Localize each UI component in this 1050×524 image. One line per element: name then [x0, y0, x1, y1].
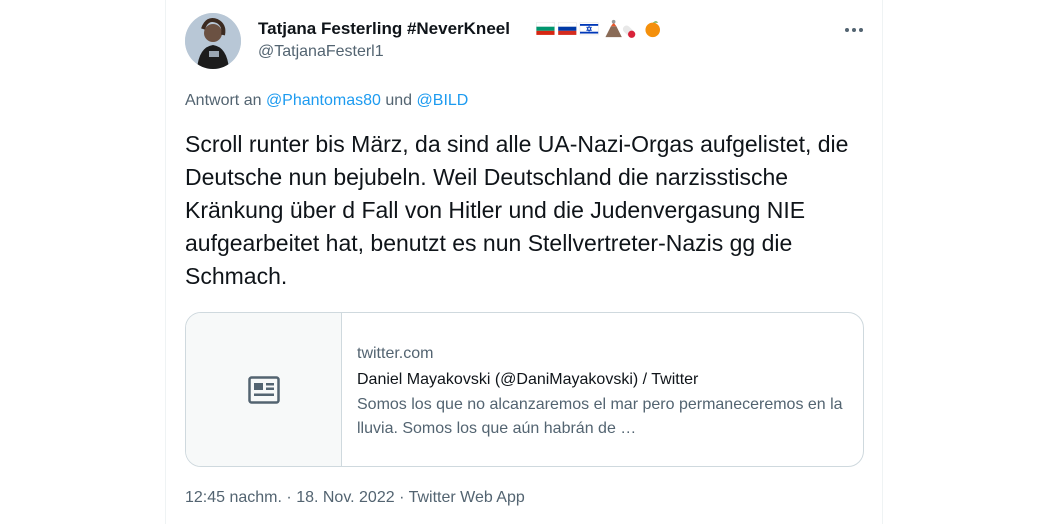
reply-mention-bild[interactable]: @BILD	[417, 92, 469, 109]
meta-separator: ·	[399, 489, 405, 506]
more-dots-icon	[845, 28, 863, 32]
tweet-source-app[interactable]: Twitter Web App	[409, 489, 525, 506]
reply-mention-phantomas80[interactable]: @Phantomas80	[266, 92, 381, 109]
tweet: Tatjana Festerling #NeverKneel @TatjanaF…	[165, 0, 883, 524]
author-display-name[interactable]: Tatjana Festerling #NeverKneel	[258, 18, 510, 40]
card-body: twitter.com Daniel Mayakovski (@DaniMaya…	[357, 343, 852, 441]
more-options-button[interactable]	[840, 18, 868, 42]
tangerine-icon	[645, 21, 660, 38]
card-title: Daniel Mayakovski (@DaniMayakovski) / Tw…	[357, 371, 699, 388]
tweet-text: Scroll runter bis März, da sind alle UA-…	[185, 131, 849, 289]
reply-context: Antwort an @Phantomas80 und @BILD	[185, 92, 468, 110]
reply-joiner: und	[385, 92, 413, 109]
avatar-image	[185, 13, 241, 69]
volcano-icon	[605, 19, 622, 38]
news-article-icon	[247, 375, 280, 404]
tweet-time[interactable]: 12:45 nachm.	[185, 489, 282, 506]
card-description: Somos los que no alcanzaremos el mar per…	[357, 396, 843, 437]
reply-prefix: Antwort an	[185, 92, 262, 109]
tweet-date[interactable]: 18. Nov. 2022	[296, 489, 394, 506]
avatar[interactable]	[185, 13, 241, 69]
card-thumbnail	[186, 313, 342, 466]
pill-icon	[622, 25, 636, 38]
author-emoji-badges	[536, 19, 660, 38]
tweet-metadata: 12:45 nachm. · 18. Nov. 2022 · Twitter W…	[185, 489, 525, 507]
meta-separator: ·	[286, 489, 292, 506]
flag-israel-icon	[579, 22, 599, 36]
flag-bulgaria-icon	[536, 22, 555, 35]
flag-russia-icon	[557, 22, 577, 35]
card-domain: twitter.com	[357, 345, 434, 362]
link-preview-card[interactable]: twitter.com Daniel Mayakovski (@DaniMaya…	[185, 312, 864, 467]
author-handle[interactable]: @TatjanaFesterl1	[258, 43, 384, 61]
